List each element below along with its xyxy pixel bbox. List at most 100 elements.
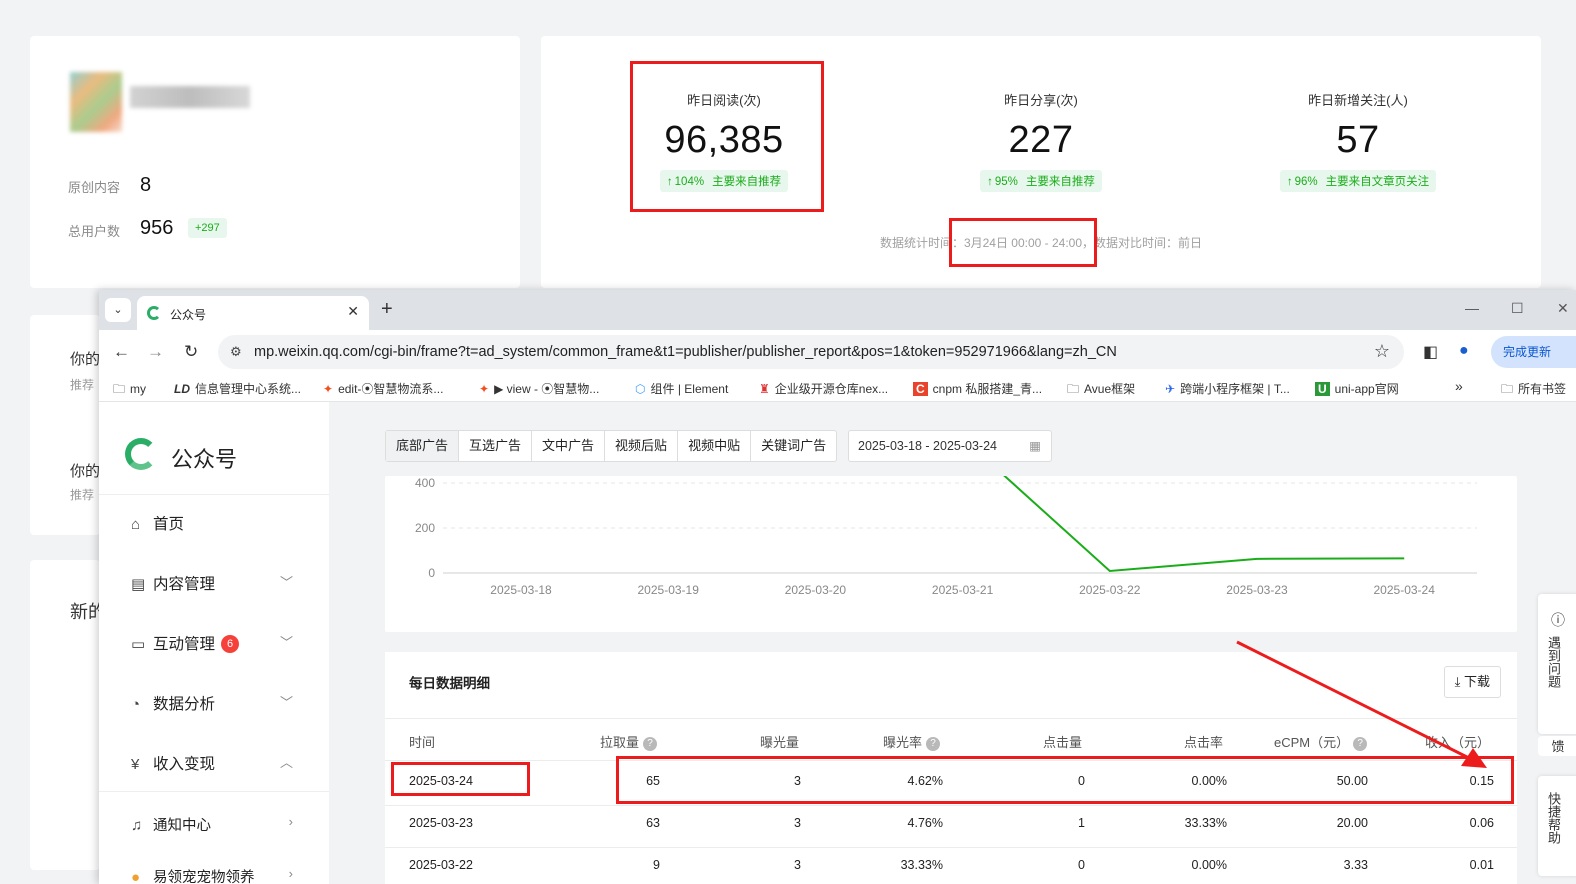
table-cell: 0 <box>1078 774 1085 788</box>
chevron-up-icon: ︿ <box>279 755 293 770</box>
x-tick-label: 2025-03-23 <box>1226 583 1288 597</box>
bookmarks-bar: 🗀 my LD 信息管理中心系统... ✦ edit-⦿智慧物流系... ✦ ▶ vie… <box>99 374 1576 402</box>
tab-inline-ad[interactable]: 文中广告 <box>532 431 606 461</box>
side-panel-icon[interactable]: ◧ <box>1423 342 1438 362</box>
notification-badge: 6 <box>221 635 240 653</box>
bookmark-item[interactable]: 🗀 my <box>113 380 146 401</box>
account-name-blurred <box>130 86 250 108</box>
table-row <box>385 847 1517 848</box>
series-line <box>1003 476 1405 573</box>
url-text[interactable]: mp.weixin.qq.com/cgi-bin/frame?t=ad_syst… <box>254 344 1117 360</box>
nav-monetization[interactable]: ¥ 收入变现 ︿ <box>131 752 301 774</box>
total-users-label: 总用户数 <box>68 224 121 239</box>
side-title: 你的 <box>70 463 101 480</box>
help-strip[interactable]: ⓘ 遇到问题 <box>1538 594 1576 734</box>
table-cell: 63 <box>646 816 660 830</box>
nexus-icon: ♜ <box>759 382 770 396</box>
bookmark-item[interactable]: ♜ 企业级开源仓库nex... <box>759 380 888 397</box>
tab-keyword-ad[interactable]: 关键词广告 <box>751 431 836 461</box>
minimize-icon[interactable]: — <box>1465 300 1479 316</box>
message-icon: ▭ <box>131 636 146 653</box>
date-range-picker[interactable]: 2025-03-18 - 2025-03-24 ▦ <box>848 430 1052 462</box>
finish-update-button[interactable]: 完成更新 <box>1491 336 1576 368</box>
trend-chart: 0 200 400 2025-03-18 2025-03-19 2025-03-20 202… <box>415 476 1477 597</box>
table-cell: 3.33 <box>1343 858 1368 872</box>
bookmark-item[interactable]: ⬡ 组件 | Element <box>635 380 728 397</box>
figma-icon: ✦ <box>323 382 334 396</box>
close-window-icon[interactable]: ✕ <box>1557 300 1569 317</box>
nav-analytics[interactable]: ◔ 数据分析 ﹀ <box>131 692 301 714</box>
nav-miniprogram[interactable]: ● 易领宠宠物领养 › <box>131 866 301 884</box>
side-title: 你的 <box>70 351 101 368</box>
tab-search-dropdown[interactable]: ⌄ <box>105 298 131 322</box>
back-icon[interactable]: ← <box>113 342 130 362</box>
forward-icon[interactable]: → <box>147 342 164 362</box>
bookmark-item[interactable]: Ccnpm 私服搭建_青... <box>913 380 1042 397</box>
tab-title: 公众号 <box>170 308 207 322</box>
table-row <box>385 805 1517 806</box>
bell-icon: ♫ <box>131 817 143 834</box>
bookmark-item[interactable]: LD 信息管理中心系统... <box>174 380 301 397</box>
bookmark-item[interactable]: 🗀 Avue框架 <box>1067 380 1135 401</box>
new-tab-button[interactable]: + <box>381 298 393 321</box>
side-sub: 推荐 <box>70 378 95 392</box>
table-cell: 9 <box>653 858 660 872</box>
tab-video-mid[interactable]: 视频中贴 <box>678 431 752 461</box>
profile-card: 原创内容 8 总用户数 956 +297 <box>30 36 520 288</box>
bookmark-item[interactable]: ✦ ▶ view - ⦿智慧物... <box>479 380 599 397</box>
table-cell: 20.00 <box>1336 816 1368 830</box>
bookmark-item[interactable]: Uuni-app官网 <box>1315 380 1399 397</box>
divider <box>99 791 329 792</box>
chevron-right-icon: › <box>288 814 293 829</box>
bookmark-all[interactable]: 🗀 所有书签 <box>1501 380 1566 401</box>
table-cell: 3 <box>794 858 801 872</box>
original-content-label: 原创内容 <box>68 180 121 195</box>
col-header-pull: 拉取量? <box>600 732 658 751</box>
nav-notifications[interactable]: ♫ 通知中心 › <box>131 814 301 835</box>
avatar[interactable] <box>70 72 122 132</box>
table-cell: 2025-03-23 <box>409 816 473 830</box>
table-cell: 33.33% <box>900 858 943 872</box>
bookmark-item[interactable]: ✈ 跨端小程序框架 | T... <box>1165 380 1290 397</box>
yesterday-stats-card: 昨日阅读(次) 96,385 ↑ 104% 主要来自推荐 昨日分享(次) 227 ↑… <box>541 36 1541 288</box>
nav-content[interactable]: ▤ 内容管理 ﹀ <box>131 572 301 594</box>
arrow-up-icon: ↑ <box>666 176 673 188</box>
tab-mutual-ad[interactable]: 互选广告 <box>459 431 533 461</box>
tab-gongzhonghao[interactable]: 公众号 ✕ <box>137 296 369 330</box>
stats-time-note: 数据统计时间：3月24日 00:00 - 24:00，数据对比时间：前日 <box>879 236 1203 250</box>
quick-help-strip[interactable]: 快捷帮助 <box>1538 776 1576 876</box>
side-sub: 推荐 <box>70 488 95 502</box>
wechat-mp-logo-icon <box>125 438 157 470</box>
close-icon[interactable]: ✕ <box>347 303 359 320</box>
original-content-value: 8 <box>140 174 152 196</box>
feedback-strip[interactable]: 馈 <box>1538 736 1576 756</box>
y-tick-label: 0 <box>428 566 435 580</box>
chevron-down-icon: ﹀ <box>279 635 293 650</box>
kpi-trend-tag: ↑ 96% 主要来自文章页关注 <box>1279 170 1437 192</box>
kpi-label: 昨日阅读(次) <box>687 93 761 108</box>
bookmark-star-icon[interactable]: ☆ <box>1374 341 1390 362</box>
profile-icon[interactable]: ● <box>1459 342 1469 360</box>
bookmark-item[interactable]: ✦ edit-⦿智慧物流系... <box>323 380 443 397</box>
kpi-label: 昨日新增关注(人) <box>1308 93 1408 108</box>
reload-icon[interactable]: ↻ <box>184 342 198 362</box>
nav-home[interactable]: ⌂ 首页 <box>131 512 301 534</box>
x-tick-label: 2025-03-20 <box>785 583 847 597</box>
users-delta-badge: +297 <box>188 218 227 238</box>
nav-interaction[interactable]: ▭ 互动管理 6 ﹀ <box>131 632 301 654</box>
folder-icon: 🗀 <box>1067 382 1080 396</box>
quick-help-text: 快捷帮助 <box>1546 792 1561 844</box>
table-cell: 0.06 <box>1469 816 1494 830</box>
more-bookmarks-icon[interactable]: » <box>1455 378 1463 394</box>
address-bar[interactable]: ⚙ mp.weixin.qq.com/cgi-bin/frame?t=ad_sy… <box>218 335 1404 369</box>
maximize-icon[interactable]: ☐ <box>1511 300 1524 317</box>
tab-video-post[interactable]: 视频后贴 <box>605 431 679 461</box>
help-icon[interactable]: ? <box>926 737 941 751</box>
kpi-value: 227 <box>1008 119 1074 161</box>
document-icon: ▤ <box>131 576 146 593</box>
tab-bottom-ad[interactable]: 底部广告 <box>386 431 460 461</box>
site-info-icon[interactable]: ⚙ <box>230 344 242 360</box>
kpi-new-follows: 昨日新增关注(人) 57 ↑ 96% 主要来自文章页关注 <box>1263 90 1453 192</box>
kpi-label: 昨日分享(次) <box>1004 93 1078 108</box>
help-icon[interactable]: ? <box>643 737 658 751</box>
